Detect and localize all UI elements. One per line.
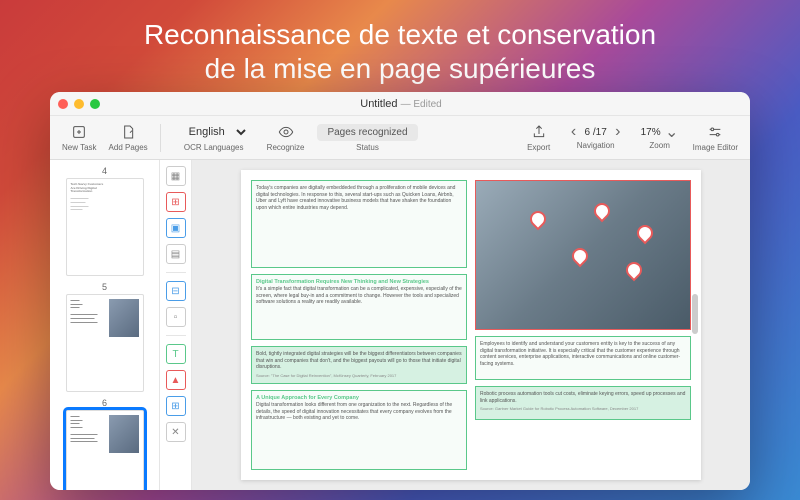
document-page: Today's companies are digitally embedded… (241, 170, 701, 480)
toolbar: New Task Add Pages English OCR Languages… (50, 116, 750, 160)
thumb-number: 6 (102, 398, 107, 408)
new-task-button[interactable]: New Task (58, 119, 101, 157)
content-area: 4 Tech Savvy CustomersAre Driving Digita… (50, 160, 750, 490)
add-text-tool-icon[interactable]: T (166, 344, 186, 364)
tools-sidebar: ▦ ⊞ ▣ ▤ ⊟ ▫ T ▲ ⊞ ✕ (160, 160, 192, 490)
image-zone[interactable] (475, 180, 691, 330)
navigation-group: ‹ 6 /17 › Navigation (561, 119, 631, 157)
document-viewport[interactable]: Today's companies are digitally embedded… (192, 160, 750, 490)
divider (166, 335, 186, 336)
grid-tool-icon[interactable]: ⊟ (166, 281, 186, 301)
scrollbar[interactable] (692, 294, 698, 334)
chevron-down-icon: ⌄ (665, 125, 679, 139)
image-zone-tool-icon[interactable]: ▣ (166, 218, 186, 238)
next-page-button[interactable]: › (611, 125, 625, 139)
thumb-number: 5 (102, 282, 107, 292)
page-left-column: Today's companies are digitally embedded… (251, 180, 467, 470)
text-zone[interactable]: Employees to identify and understand you… (475, 336, 691, 380)
plus-square-icon (71, 123, 87, 141)
thumbnail-sidebar: 4 Tech Savvy CustomersAre Driving Digita… (50, 160, 160, 490)
page-right-column: Employees to identify and understand you… (475, 180, 691, 470)
map-pin-icon (572, 248, 586, 262)
map-pin-icon (626, 262, 640, 276)
background-tool-icon[interactable]: ▫ (166, 307, 186, 327)
close-icon[interactable] (58, 99, 68, 109)
thumb-preview: Tech Savvy CustomersAre Driving DigitalT… (67, 179, 143, 216)
add-image-tool-icon[interactable]: ▲ (166, 370, 186, 390)
minimize-icon[interactable] (74, 99, 84, 109)
document-icon (120, 123, 136, 141)
export-button[interactable]: Export (521, 119, 557, 157)
app-window: Untitled — Edited New Task Add Pages Eng… (50, 92, 750, 490)
thumbnail-selected[interactable]: ▬▬▬▬▬▬▬▬▬▬▬▬▬▬▬▬▬▬▬▬▬▬▬▬▬▬▬▬▬▬▬▬▬▬▬▬▬▬▬▬ (66, 410, 144, 490)
map-pin-icon (530, 211, 544, 225)
window-controls (58, 99, 100, 109)
text-zone[interactable]: A Unique Approach for Every Company Digi… (251, 390, 467, 470)
page-indicator: 6 /17 (585, 127, 607, 138)
text-zone[interactable]: Today's companies are digitally embedded… (251, 180, 467, 268)
add-table-tool-icon[interactable]: ⊞ (166, 396, 186, 416)
map-pin-icon (637, 225, 651, 239)
eye-icon (278, 123, 294, 141)
divider (160, 124, 161, 152)
share-icon (531, 123, 547, 141)
ocr-language-select[interactable]: English OCR Languages (169, 119, 259, 157)
window-title: Untitled — Edited (100, 98, 702, 110)
sliders-icon (707, 123, 723, 141)
layout-tool-icon[interactable]: ▦ (166, 166, 186, 186)
thumbnail[interactable]: Tech Savvy CustomersAre Driving DigitalT… (66, 178, 144, 276)
language-dropdown[interactable]: English (179, 123, 249, 141)
fullscreen-icon[interactable] (90, 99, 100, 109)
table-zone-tool-icon[interactable]: ▤ (166, 244, 186, 264)
hero-headline: Reconnaissance de texte et conservation … (0, 0, 800, 97)
add-pages-button[interactable]: Add Pages (105, 119, 152, 157)
titlebar: Untitled — Edited (50, 92, 750, 116)
divider (166, 272, 186, 273)
zoom-group[interactable]: 17% ⌄ Zoom (635, 119, 685, 157)
prev-page-button[interactable]: ‹ (567, 125, 581, 139)
image-editor-button[interactable]: Image Editor (689, 119, 742, 157)
highlighted-text-zone[interactable]: Bold, tightly integrated digital strateg… (251, 346, 467, 384)
status-display: Pages recognized Status (312, 119, 422, 157)
map-pin-icon (594, 203, 608, 217)
highlighted-text-zone[interactable]: Robotic process automation tools cut cos… (475, 386, 691, 420)
thumbnail[interactable]: ▬▬▬▬▬▬▬▬▬▬▬▬▬▬▬▬▬▬▬▬▬▬▬▬▬▬▬▬▬▬▬▬▬▬▬▬ (66, 294, 144, 392)
thumb-number: 4 (102, 166, 107, 176)
delete-tool-icon[interactable]: ✕ (166, 422, 186, 442)
text-zone[interactable]: Digital Transformation Requires New Thin… (251, 274, 467, 340)
recognize-button[interactable]: Recognize (263, 119, 309, 157)
text-zone-tool-icon[interactable]: ⊞ (166, 192, 186, 212)
